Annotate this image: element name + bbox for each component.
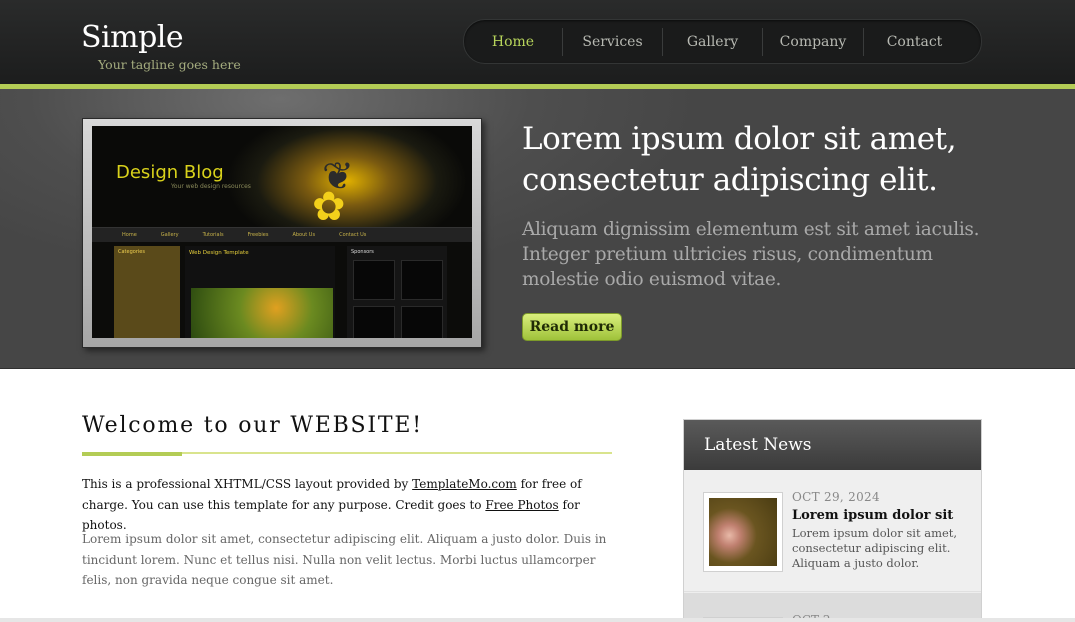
latest-news-panel: Latest News OCT 29, 2024 Lorem ipsum dol…	[683, 419, 982, 622]
template-preview-image: ❦ ✿ Design Blog Your web design resource…	[92, 126, 472, 338]
preview-ad-box	[353, 260, 395, 300]
preview-nav: Home Gallery Tutorials Freebies About Us…	[92, 227, 472, 242]
preview-sidebar-title: Categories	[118, 249, 145, 255]
main-nav: Home Services Gallery Company Contact	[463, 19, 982, 64]
preview-ad-box	[353, 306, 395, 338]
news-thumbnail[interactable]	[703, 492, 783, 572]
preview-ad-box	[401, 260, 443, 300]
preview-nav-item: Freebies	[247, 232, 269, 238]
free-photos-link[interactable]: Free Photos	[485, 498, 558, 512]
preview-main: Web Design Template	[185, 246, 335, 338]
preview-nav-item: Tutorials	[202, 232, 224, 238]
news-item: OCT 29, 2024 Lorem ipsum dolor sit Lorem…	[684, 470, 981, 592]
nav-home[interactable]: Home	[464, 20, 562, 63]
hero-banner: ❦ ✿ Design Blog Your web design resource…	[0, 89, 1075, 369]
site-tagline: Your tagline goes here	[98, 57, 241, 72]
preview-photo	[191, 288, 333, 338]
welcome-intro: This is a professional XHTML/CSS layout …	[82, 474, 612, 536]
intro-text: This is a professional XHTML/CSS layout …	[82, 477, 409, 491]
news-date: OCT 29, 2024	[792, 490, 880, 504]
news-item-title[interactable]: Lorem ipsum dolor sit	[792, 508, 953, 523]
page-bottom-edge	[0, 618, 1075, 622]
preview-subtitle: Your web design resources	[171, 183, 251, 190]
banner-heading: Lorem ipsum dolor sit amet, consectetur …	[522, 121, 957, 198]
orchid-image	[709, 498, 777, 566]
welcome-paragraph: Lorem ipsum dolor sit amet, consectetur …	[82, 532, 607, 587]
preview-nav-item: Contact Us	[339, 232, 367, 238]
nav-gallery[interactable]: Gallery	[663, 20, 762, 63]
banner-text: Aliquam dignissim elementum est sit amet…	[522, 219, 980, 290]
preview-nav-item: Gallery	[160, 232, 179, 238]
welcome-title: Welcome to our WEBSITE!	[82, 413, 423, 438]
welcome-divider-accent	[82, 452, 182, 456]
news-title: Latest News	[684, 420, 981, 470]
template-preview-frame: ❦ ✿ Design Blog Your web design resource…	[82, 118, 482, 348]
site-header: Simple Your tagline goes here Home Servi…	[0, 0, 1075, 84]
preview-title: Design Blog	[116, 162, 224, 183]
flower-icon: ✿	[312, 184, 346, 230]
preview-post-title: Web Design Template	[189, 250, 249, 256]
preview-nav-item: About Us	[292, 232, 316, 238]
nav-contact[interactable]: Contact	[864, 20, 965, 63]
templatemo-link[interactable]: TemplateMo.com	[412, 477, 517, 491]
news-item-body: Lorem ipsum dolor sit amet, consectetur …	[792, 526, 958, 570]
site-logo[interactable]: Simple	[81, 20, 184, 55]
nav-services[interactable]: Services	[563, 20, 662, 63]
preview-sponsors-title: Sponsors	[351, 249, 374, 255]
read-more-button[interactable]: Read more	[522, 313, 622, 341]
preview-nav-item: Home	[122, 232, 137, 238]
preview-sidebar: Categories	[114, 246, 180, 338]
preview-ad-box	[401, 306, 443, 338]
nav-company[interactable]: Company	[763, 20, 863, 63]
preview-sponsors: Sponsors	[347, 246, 447, 338]
